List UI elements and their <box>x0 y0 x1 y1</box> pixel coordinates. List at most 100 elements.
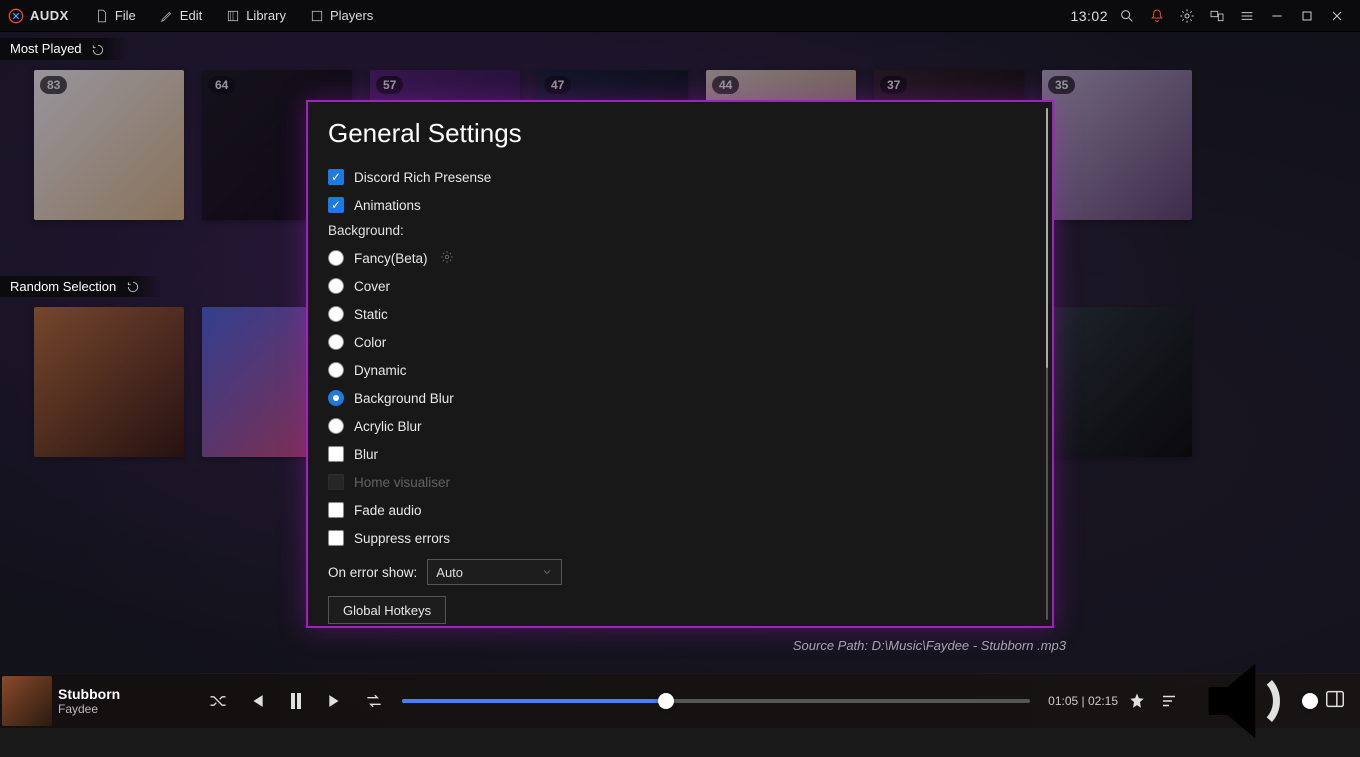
radio-label: Acrylic Blur <box>354 419 422 434</box>
favorite-button[interactable] <box>1128 692 1146 710</box>
refresh-icon <box>91 43 105 57</box>
radio-icon <box>328 390 344 406</box>
radio-icon <box>328 306 344 322</box>
general-settings-modal: General Settings Discord Rich Presense A… <box>306 100 1054 628</box>
app-icon <box>8 8 24 24</box>
seek-slider[interactable] <box>402 699 1030 703</box>
section-random-selection-label: Random Selection <box>10 279 116 294</box>
maximize-button[interactable] <box>1292 0 1322 31</box>
radio-icon <box>328 278 344 294</box>
fancy-settings-icon[interactable] <box>440 250 454 267</box>
player-bar: Stubborn Faydee 01:05 | 02:15 <box>0 673 1360 728</box>
checkbox-label: Home visualiser <box>354 475 450 490</box>
file-icon <box>95 9 109 23</box>
chevron-down-icon <box>541 566 553 578</box>
minimize-button[interactable] <box>1262 0 1292 31</box>
checkbox-suppress-errors[interactable]: Suppress errors <box>328 524 1032 552</box>
menu-players[interactable]: Players <box>298 0 385 31</box>
section-most-played[interactable]: Most Played <box>0 38 127 60</box>
checkbox-label: Suppress errors <box>354 531 450 546</box>
section-most-played-label: Most Played <box>10 41 82 56</box>
checkbox-blur[interactable]: Blur <box>328 440 1032 468</box>
on-error-select[interactable]: Auto <box>427 559 562 585</box>
checkbox-label: Discord Rich Presense <box>354 170 491 185</box>
radio-color[interactable]: Color <box>328 328 1032 356</box>
app-name: AUDX <box>30 8 69 23</box>
side-panel-toggle[interactable] <box>1324 688 1346 715</box>
play-count: 44 <box>712 76 739 94</box>
play-count: 83 <box>40 76 67 94</box>
player-extras <box>1128 692 1178 710</box>
radio-cover[interactable]: Cover <box>328 272 1032 300</box>
radio-background-blur[interactable]: Background Blur <box>328 384 1032 412</box>
modal-scrollbar[interactable] <box>1046 108 1048 620</box>
checkbox-fade-audio[interactable]: Fade audio <box>328 496 1032 524</box>
shuffle-button[interactable] <box>208 691 228 711</box>
menu-players-label: Players <box>330 8 373 23</box>
now-playing-meta: Stubborn Faydee <box>58 686 188 716</box>
radio-dynamic[interactable]: Dynamic <box>328 356 1032 384</box>
radio-fancy[interactable]: Fancy(Beta) <box>328 244 1032 272</box>
repeat-button[interactable] <box>364 691 384 711</box>
menu-library[interactable]: Library <box>214 0 298 31</box>
queue-button[interactable] <box>1160 692 1178 710</box>
radio-static[interactable]: Static <box>328 300 1032 328</box>
checkbox-icon <box>328 502 344 518</box>
checkbox-home-visualiser: Home visualiser <box>328 468 1032 496</box>
album-tile[interactable] <box>1042 307 1192 457</box>
play-count: 35 <box>1048 76 1075 94</box>
notification-icon[interactable] <box>1142 0 1172 31</box>
radio-icon <box>328 362 344 378</box>
menu-file-label: File <box>115 8 136 23</box>
menu-edit[interactable]: Edit <box>148 0 214 31</box>
now-playing-artist: Faydee <box>58 702 188 716</box>
album-tile[interactable] <box>34 307 184 457</box>
previous-button[interactable] <box>246 691 266 711</box>
on-error-row: On error show: Auto <box>328 558 1032 586</box>
clock: 13:02 <box>1070 8 1108 24</box>
radio-label: Fancy(Beta) <box>354 251 428 266</box>
global-hotkeys-button[interactable]: Global Hotkeys <box>328 596 446 624</box>
menubar: AUDX File Edit Library Players 13:02 <box>0 0 1360 32</box>
radio-icon <box>328 334 344 350</box>
checkbox-label: Fade audio <box>354 503 422 518</box>
album-tile[interactable]: 35 <box>1042 70 1192 220</box>
menu-library-label: Library <box>246 8 286 23</box>
radio-label: Cover <box>354 279 390 294</box>
library-icon <box>226 9 240 23</box>
modal-title: General Settings <box>328 118 1032 149</box>
checkbox-discord[interactable]: Discord Rich Presense <box>328 163 1032 191</box>
hamburger-icon[interactable] <box>1232 0 1262 31</box>
player-controls <box>208 689 384 713</box>
radio-label: Color <box>354 335 386 350</box>
pencil-icon <box>160 9 174 23</box>
search-icon[interactable] <box>1112 0 1142 31</box>
close-button[interactable] <box>1322 0 1352 31</box>
radio-label: Dynamic <box>354 363 407 378</box>
volume-icon[interactable] <box>1190 645 1302 757</box>
time-display: 01:05 | 02:15 <box>1048 694 1118 708</box>
background-label: Background: <box>328 223 1032 238</box>
checkbox-icon <box>328 474 344 490</box>
devices-icon[interactable] <box>1202 0 1232 31</box>
checkbox-animations[interactable]: Animations <box>328 191 1032 219</box>
settings-icon[interactable] <box>1172 0 1202 31</box>
section-random-selection[interactable]: Random Selection <box>0 276 162 298</box>
radio-icon <box>328 250 344 266</box>
radio-label: Background Blur <box>354 391 454 406</box>
radio-label: Static <box>354 307 388 322</box>
radio-acrylic-blur[interactable]: Acrylic Blur <box>328 412 1032 440</box>
radio-icon <box>328 418 344 434</box>
refresh-icon <box>126 280 140 294</box>
album-tile[interactable]: 83 <box>34 70 184 220</box>
play-pause-button[interactable] <box>284 689 308 713</box>
next-button[interactable] <box>326 691 346 711</box>
select-value: Auto <box>436 565 463 580</box>
button-label: Global Hotkeys <box>343 603 431 618</box>
menu-edit-label: Edit <box>180 8 202 23</box>
checkbox-icon <box>328 169 344 185</box>
checkbox-icon <box>328 446 344 462</box>
now-playing-art[interactable] <box>2 676 52 726</box>
app-logo: AUDX <box>8 8 69 24</box>
menu-file[interactable]: File <box>83 0 148 31</box>
